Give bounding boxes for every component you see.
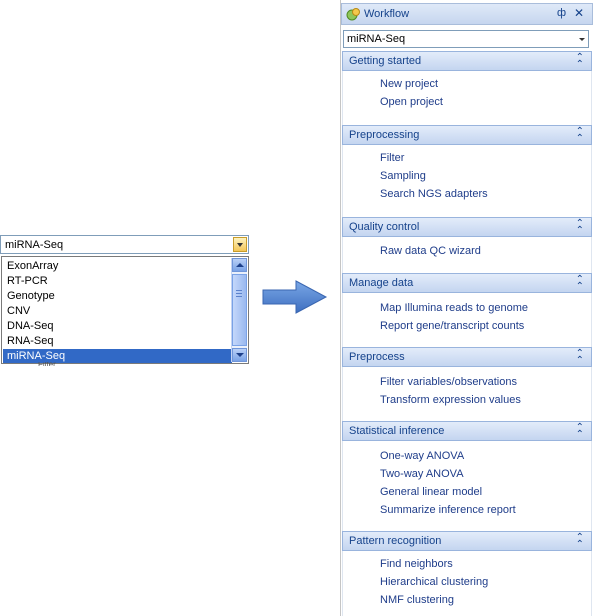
workflow-titlebar: Workflow ф ✕ [341,3,593,25]
link-search-ngs-adapters[interactable]: Search NGS adapters [380,185,488,203]
chevron-down-icon [237,242,243,247]
scroll-down-button[interactable] [232,348,247,362]
collapse-icon[interactable]: ⌃ ⌃ [576,219,584,236]
section-title: Preprocess [349,351,405,363]
collapse-icon[interactable]: ⌃ ⌃ [576,53,584,70]
chevron-down-icon [579,38,585,41]
link-hierarchical-clustering[interactable]: Hierarchical clustering [380,573,488,591]
link-new-project[interactable]: New project [380,75,438,93]
option-dna-seq[interactable]: DNA-Seq [3,319,232,334]
scrollbar-thumb[interactable] [232,274,247,346]
section-title: Quality control [349,221,420,233]
section-body: Find neighbors Hierarchical clustering N… [342,551,592,616]
section-body: One-way ANOVA Two-way ANOVA General line… [342,441,592,531]
link-general-linear-model[interactable]: General linear model [380,483,482,501]
section-body: Filter variables/observations Transform … [342,367,592,421]
collapse-icon[interactable]: ⌃ ⌃ [576,349,584,366]
grip-icon [236,290,242,297]
chevron-down-icon [236,353,244,357]
close-icon[interactable]: ✕ [574,6,584,20]
section-title: Pattern recognition [349,535,442,547]
link-report-gene-counts[interactable]: Report gene/transcript counts [380,317,524,335]
section-preprocessing: Preprocessing ⌃ ⌃ Filter Sampling Search … [341,125,593,217]
option-rt-pcr[interactable]: RT-PCR [3,274,232,289]
scroll-up-button[interactable] [232,258,247,272]
section-body: Map Illumina reads to genome Report gene… [342,293,592,347]
link-nmf-clustering[interactable]: NMF clustering [380,591,454,609]
section-getting-started: Getting started ⌃ ⌃ New project Open proj… [341,51,593,125]
section-body: Filter Sampling Search NGS adapters [342,145,592,217]
link-filter-variables[interactable]: Filter variables/observations [380,373,517,391]
link-open-project[interactable]: Open project [380,93,443,111]
option-rna-seq[interactable]: RNA-Seq [3,334,232,349]
link-map-illumina-reads[interactable]: Map Illumina reads to genome [380,299,528,317]
section-header-statistical-inference[interactable]: Statistical inference ⌃ ⌃ [342,421,592,441]
link-summarize-inference[interactable]: Summarize inference report [380,501,516,519]
workflow-icon [346,8,360,21]
section-body: New project Open project [342,71,592,125]
section-body: Raw data QC wizard [342,237,592,273]
section-header-quality-control[interactable]: Quality control ⌃ ⌃ [342,217,592,237]
section-header-getting-started[interactable]: Getting started ⌃ ⌃ [342,51,592,71]
chevron-up-icon [236,263,244,267]
section-title: Preprocessing [349,129,420,141]
section-header-preprocessing[interactable]: Preprocessing ⌃ ⌃ [342,125,592,145]
link-sampling[interactable]: Sampling [380,167,426,185]
collapse-icon[interactable]: ⌃ ⌃ [576,423,584,440]
dropdown-toggle-button[interactable] [233,237,247,252]
workflow-type-value: miRNA-Seq [347,33,406,45]
collapse-icon[interactable]: ⌃ ⌃ [576,275,584,292]
panel-title: Workflow [364,8,410,20]
option-cnv[interactable]: CNV [3,304,232,319]
section-header-pattern-recognition[interactable]: Pattern recognition ⌃ ⌃ [342,531,592,551]
workflow-panel: Workflow ф ✕ miRNA-Seq Getting started ⌃… [340,0,593,616]
assay-type-dropdown-value: miRNA-Seq [5,239,64,251]
pin-icon[interactable]: ф [557,7,566,19]
link-one-way-anova[interactable]: One-way ANOVA [380,447,464,465]
section-statistical-inference: Statistical inference ⌃ ⌃ One-way ANOVA T… [341,421,593,531]
hidden-item-peek: Filter [38,362,56,366]
option-exonarray[interactable]: ExonArray [3,259,232,274]
link-filter[interactable]: Filter [380,149,404,167]
link-two-way-anova[interactable]: Two-way ANOVA [380,465,464,483]
section-pattern-recognition: Pattern recognition ⌃ ⌃ Find neighbors Hi… [341,531,593,616]
section-quality-control: Quality control ⌃ ⌃ Raw data QC wizard [341,217,593,273]
section-manage-data: Manage data ⌃ ⌃ Map Illumina reads to gen… [341,273,593,347]
right-arrow-icon [262,280,328,314]
list-scrollbar[interactable] [231,258,247,362]
option-genotype[interactable]: Genotype [3,289,232,304]
workflow-type-select[interactable]: miRNA-Seq [343,30,589,48]
link-raw-data-qc-wizard[interactable]: Raw data QC wizard [380,242,481,260]
section-preprocess: Preprocess ⌃ ⌃ Filter variables/observati… [341,347,593,421]
section-title: Getting started [349,55,422,67]
assay-type-options-list[interactable]: ExonArray RT-PCR Genotype CNV DNA-Seq RN… [1,256,249,364]
link-transform-expression[interactable]: Transform expression values [380,391,521,409]
section-title: Statistical inference [349,425,445,437]
collapse-icon[interactable]: ⌃ ⌃ [576,127,584,144]
section-title: Manage data [349,277,414,289]
section-header-manage-data[interactable]: Manage data ⌃ ⌃ [342,273,592,293]
section-header-preprocess[interactable]: Preprocess ⌃ ⌃ [342,347,592,367]
collapse-icon[interactable]: ⌃ ⌃ [576,533,584,550]
assay-type-dropdown[interactable]: miRNA-Seq [0,235,249,254]
link-find-neighbors[interactable]: Find neighbors [380,555,453,573]
